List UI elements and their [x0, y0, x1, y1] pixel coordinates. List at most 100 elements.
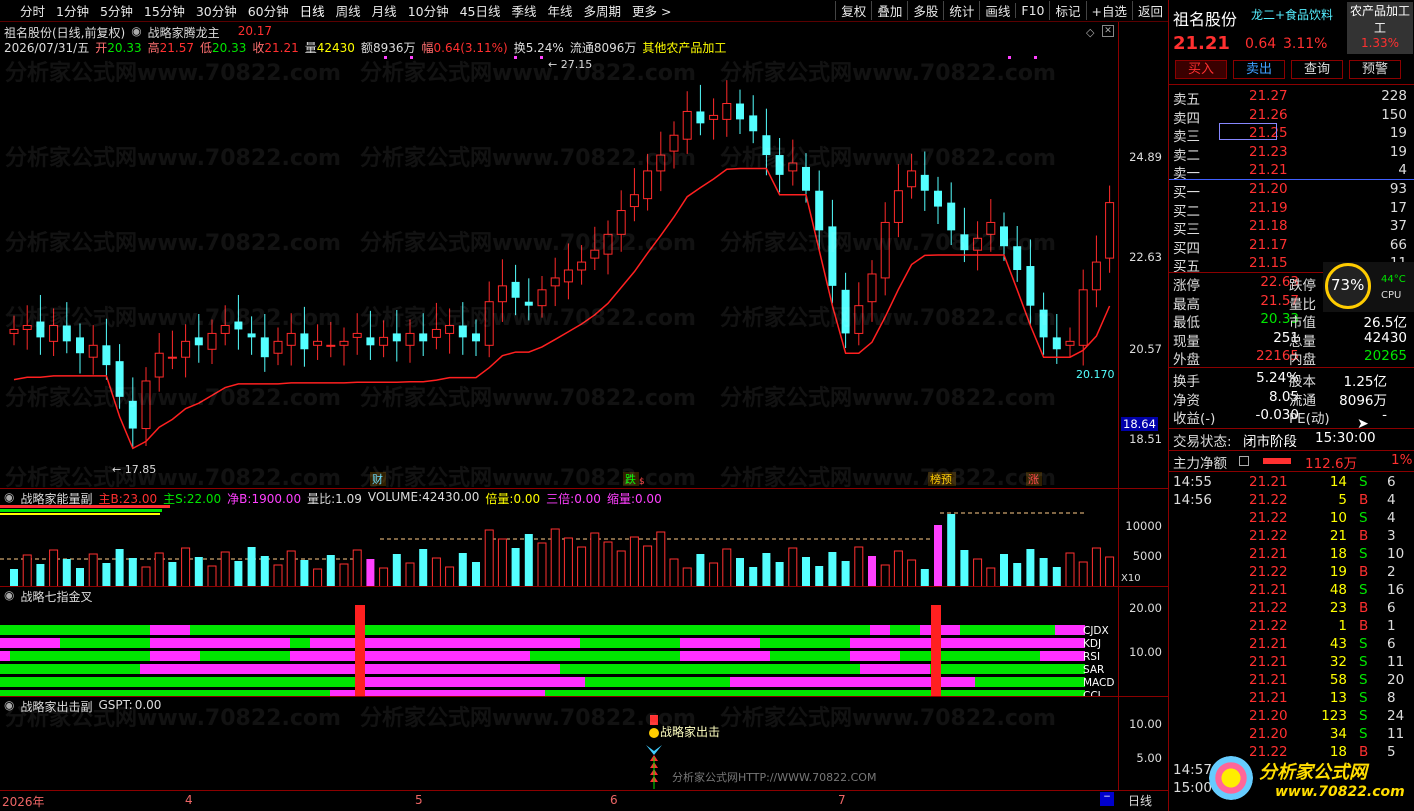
candle-body	[1052, 337, 1061, 350]
period-tab[interactable]: 月线	[372, 1, 397, 20]
signal-row-label: CJDX	[1083, 625, 1109, 637]
attack-chart[interactable]	[0, 697, 1118, 798]
period-tab[interactable]: 多周期	[584, 1, 622, 20]
toolbar-tool-button[interactable]: 复权	[835, 1, 871, 20]
signal-strip-segment	[960, 625, 1055, 635]
tick-row: 21.21 48 S 16	[1169, 582, 1414, 600]
candle-body	[1000, 226, 1008, 247]
toolbar-tool-button[interactable]: F10	[1015, 3, 1049, 18]
period-tab[interactable]: 45日线	[460, 1, 501, 20]
ask-label: 卖五	[1173, 92, 1200, 108]
cpu-widget[interactable]: 73% 44°C CPU	[1323, 262, 1414, 312]
toolbar-tool-button[interactable]: 标记	[1049, 1, 1085, 20]
chart-area[interactable]: 祖名股份(日线,前复权) ◉ 战略家腾龙主 20.17 2026/07/31/五…	[0, 22, 1168, 811]
kline-chart[interactable]: ← 27.15 ← 17.85 20.170 财 跌 榜预 涨 $	[0, 22, 1118, 488]
ask-price: 21.23	[1249, 143, 1288, 160]
toolbar-tool-button[interactable]: 画线	[979, 1, 1015, 20]
toolbar-tool-button[interactable]: 叠加	[871, 1, 907, 20]
period-indicator[interactable]: 日线	[1128, 792, 1152, 809]
event-marker[interactable]: $	[639, 477, 645, 487]
period-tab[interactable]: 分时	[20, 1, 45, 20]
tick-count: 4	[1387, 510, 1396, 526]
stat-row: 外盘 22165 内盘 20265	[1169, 348, 1414, 368]
list-icon[interactable]	[1239, 456, 1249, 466]
tick-volume: 48	[1329, 582, 1347, 598]
tick-row: 14:55 21.21 14 S 6	[1169, 474, 1414, 492]
seven-indicator-pane[interactable]: ◉ 战略七指金叉 CJDXKDJRSISARMACDCCI筹码 20.0010.…	[0, 586, 1168, 697]
volume-bar	[550, 528, 560, 587]
sector-tag[interactable]: 龙二+食品饮料	[1251, 6, 1333, 23]
volume-bar	[682, 567, 692, 587]
period-tab[interactable]: 30分钟	[196, 1, 237, 20]
alert-button[interactable]: 预警	[1349, 60, 1401, 79]
sell-button[interactable]: 卖出	[1233, 60, 1285, 79]
period-tab[interactable]: 15分钟	[144, 1, 185, 20]
volume-bar	[484, 529, 494, 587]
signal-strip-segment	[860, 664, 930, 674]
volume-bar	[775, 562, 784, 587]
volume-bar	[1039, 558, 1048, 587]
tick-side: S	[1359, 654, 1368, 670]
period-tab[interactable]: 更多 >	[632, 1, 671, 20]
candle-body	[656, 154, 666, 172]
candle-body	[1091, 261, 1101, 291]
scroll-arrow[interactable]: −	[1100, 792, 1114, 806]
tick-price: 21.22	[1249, 492, 1288, 508]
axis-tick: 10.00	[1129, 645, 1162, 659]
tick-count: 6	[1387, 474, 1396, 490]
period-tab[interactable]: 1分钟	[56, 1, 89, 20]
query-button[interactable]: 查询	[1291, 60, 1343, 79]
period-tab[interactable]: 日线	[300, 1, 325, 20]
ask-row: 卖三 21.25 19	[1169, 125, 1414, 145]
volume-bar	[458, 553, 467, 587]
period-tab[interactable]: 周线	[336, 1, 361, 20]
period-tab[interactable]: 年线	[548, 1, 573, 20]
volume-bar	[260, 556, 269, 587]
volume-bar	[1091, 547, 1101, 587]
period-tab[interactable]: 季线	[512, 1, 537, 20]
candle-body	[62, 325, 71, 342]
attack-pane[interactable]: ◉ 战略家出击副 GSPT: 0.00 战略家出击 分析家公式网HTTP://W…	[0, 696, 1168, 797]
tick-side: B	[1359, 492, 1369, 508]
toolbar-tool-button[interactable]: 返回	[1131, 1, 1168, 20]
candle-body	[9, 328, 19, 334]
toolbar-tool-button[interactable]: +自选	[1085, 1, 1132, 20]
event-marker[interactable]: 跌	[625, 472, 636, 486]
candle-body	[577, 261, 587, 271]
volume-pane[interactable]: ◉ 战略家能量副 主B:23.00 主S:22.00 净B:1900.00 量比:1.09…	[0, 488, 1168, 587]
toolbar-tool-button[interactable]: 多股	[907, 1, 943, 20]
signal-strip-segment	[580, 638, 680, 648]
tick-row: 21.21 32 S 11	[1169, 654, 1414, 672]
tick-volume: 10	[1329, 510, 1347, 526]
tick-side: B	[1359, 564, 1369, 580]
current-price: 21.21	[1173, 33, 1230, 54]
signal-dot	[1034, 56, 1037, 59]
industry-tag-box[interactable]: 农产品加工工 1.33%	[1347, 2, 1413, 54]
volume-bar	[405, 562, 415, 587]
seven-indicator-chart[interactable]: CJDXKDJRSISARMACDCCI筹码	[0, 587, 1118, 697]
volume-bar	[1013, 563, 1022, 587]
bid-volume: 66	[1389, 236, 1407, 253]
candle-body	[1078, 289, 1088, 346]
period-tab[interactable]: 5分钟	[100, 1, 133, 20]
period-tab[interactable]: 60分钟	[248, 1, 289, 20]
buy-button[interactable]: 买入	[1175, 60, 1227, 79]
event-marker[interactable]: 涨	[1028, 473, 1039, 486]
tick-count: 11	[1387, 654, 1405, 670]
signal-strip-segment	[340, 651, 530, 661]
volume-bar	[973, 558, 983, 587]
volume-chart[interactable]	[0, 489, 1118, 587]
candle-body	[1026, 266, 1035, 306]
signal-dot	[514, 56, 517, 59]
candles	[9, 80, 1115, 449]
event-marker[interactable]: 财	[372, 472, 383, 486]
period-tab[interactable]: 10分钟	[408, 1, 449, 20]
main-kline-pane[interactable]: 祖名股份(日线,前复权) ◉ 战略家腾龙主 20.17 2026/07/31/五…	[0, 22, 1168, 488]
diamond-icon[interactable]: ◇	[1086, 26, 1094, 39]
event-marker[interactable]: 榜预	[930, 472, 952, 486]
price-axis[interactable]: 24.89 22.63 20.57 18.51 18.64	[1118, 22, 1168, 488]
signal-row-label: KDJ	[1083, 638, 1101, 650]
close-pane-button[interactable]: ✕	[1102, 25, 1114, 37]
price-pct: 3.11%	[1283, 36, 1328, 52]
toolbar-tool-button[interactable]: 统计	[943, 1, 979, 20]
